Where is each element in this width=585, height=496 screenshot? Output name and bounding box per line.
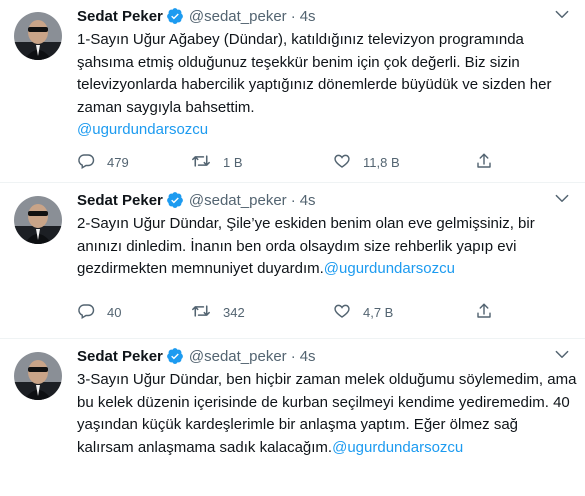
author-name[interactable]: Sedat Peker xyxy=(77,192,163,209)
timestamp[interactable]: 4s xyxy=(300,348,316,365)
verified-badge-icon xyxy=(166,191,184,209)
tweet-body: 3-Sayın Uğur Dündar, ben hiçbir zaman me… xyxy=(77,371,577,456)
mention-link[interactable]: @ugurdundarsozcu xyxy=(77,121,208,138)
like-icon xyxy=(333,152,351,173)
reply-icon xyxy=(77,302,95,323)
like-count: 11,8 B xyxy=(363,154,400,170)
retweet-count: 342 xyxy=(223,304,245,320)
tweet-header: Sedat Peker @sedat_peker · 4s xyxy=(77,5,316,27)
timestamp[interactable]: 4s xyxy=(300,8,316,25)
tweet[interactable]: Sedat Peker @sedat_peker · 4s 1-Sayın Uğ… xyxy=(0,0,585,183)
tweet-header: Sedat Peker @sedat_peker · 4s xyxy=(77,189,316,211)
share-button[interactable] xyxy=(475,301,493,323)
mention-link[interactable]: @ugurdundarsozcu xyxy=(324,260,455,277)
retweet-icon xyxy=(191,152,211,173)
tweet-body: 1-Sayın Uğur Ağabey (Dündar), katıldığın… xyxy=(77,31,552,116)
verified-badge-icon xyxy=(166,7,184,25)
reply-count: 40 xyxy=(107,304,122,320)
like-button[interactable]: 11,8 B xyxy=(333,151,400,173)
author-handle[interactable]: @sedat_peker xyxy=(189,8,287,25)
more-icon[interactable] xyxy=(549,188,575,208)
tweet-text: 2-Sayın Uğur Dündar, Şile’ye eskiden ben… xyxy=(77,213,577,281)
share-icon xyxy=(475,152,493,173)
tweet-header: Sedat Peker @sedat_peker · 4s xyxy=(77,345,316,367)
separator-dot: · xyxy=(290,191,296,209)
avatar[interactable] xyxy=(14,196,62,244)
retweet-icon xyxy=(191,302,211,323)
author-handle[interactable]: @sedat_peker xyxy=(189,348,287,365)
avatar[interactable] xyxy=(14,12,62,60)
tweet[interactable]: Sedat Peker @sedat_peker · 4s 3-Sayın Uğ… xyxy=(0,340,585,496)
more-icon[interactable] xyxy=(549,4,575,24)
retweet-button[interactable]: 1 B xyxy=(191,151,243,173)
avatar[interactable] xyxy=(14,352,62,400)
tweet[interactable]: Sedat Peker @sedat_peker · 4s 2-Sayın Uğ… xyxy=(0,184,585,339)
author-name[interactable]: Sedat Peker xyxy=(77,348,163,365)
like-icon xyxy=(333,302,351,323)
like-button[interactable]: 4,7 B xyxy=(333,301,393,323)
tweet-body: 2-Sayın Uğur Dündar, Şile’ye eskiden ben… xyxy=(77,215,535,277)
author-handle[interactable]: @sedat_peker xyxy=(189,192,287,209)
action-bar: 40 342 4,7 B xyxy=(77,301,517,323)
retweet-button[interactable]: 342 xyxy=(191,301,245,323)
reply-button[interactable]: 479 xyxy=(77,151,129,173)
separator-dot: · xyxy=(290,7,296,25)
more-icon[interactable] xyxy=(549,344,575,364)
separator-dot: · xyxy=(290,347,296,365)
verified-badge-icon xyxy=(166,347,184,365)
tweet-text: 1-Sayın Uğur Ağabey (Dündar), katıldığın… xyxy=(77,29,577,142)
reply-count: 479 xyxy=(107,154,129,170)
tweet-text: 3-Sayın Uğur Dündar, ben hiçbir zaman me… xyxy=(77,369,577,459)
action-bar: 479 1 B 11,8 B xyxy=(77,151,517,173)
timestamp[interactable]: 4s xyxy=(300,192,316,209)
like-count: 4,7 B xyxy=(363,304,394,320)
author-name[interactable]: Sedat Peker xyxy=(77,8,163,25)
retweet-count: 1 B xyxy=(223,154,243,170)
reply-button[interactable]: 40 xyxy=(77,301,121,323)
mention-link[interactable]: @ugurdundarsozcu xyxy=(332,439,463,456)
share-button[interactable] xyxy=(475,151,493,173)
share-icon xyxy=(475,302,493,323)
reply-icon xyxy=(77,152,95,173)
